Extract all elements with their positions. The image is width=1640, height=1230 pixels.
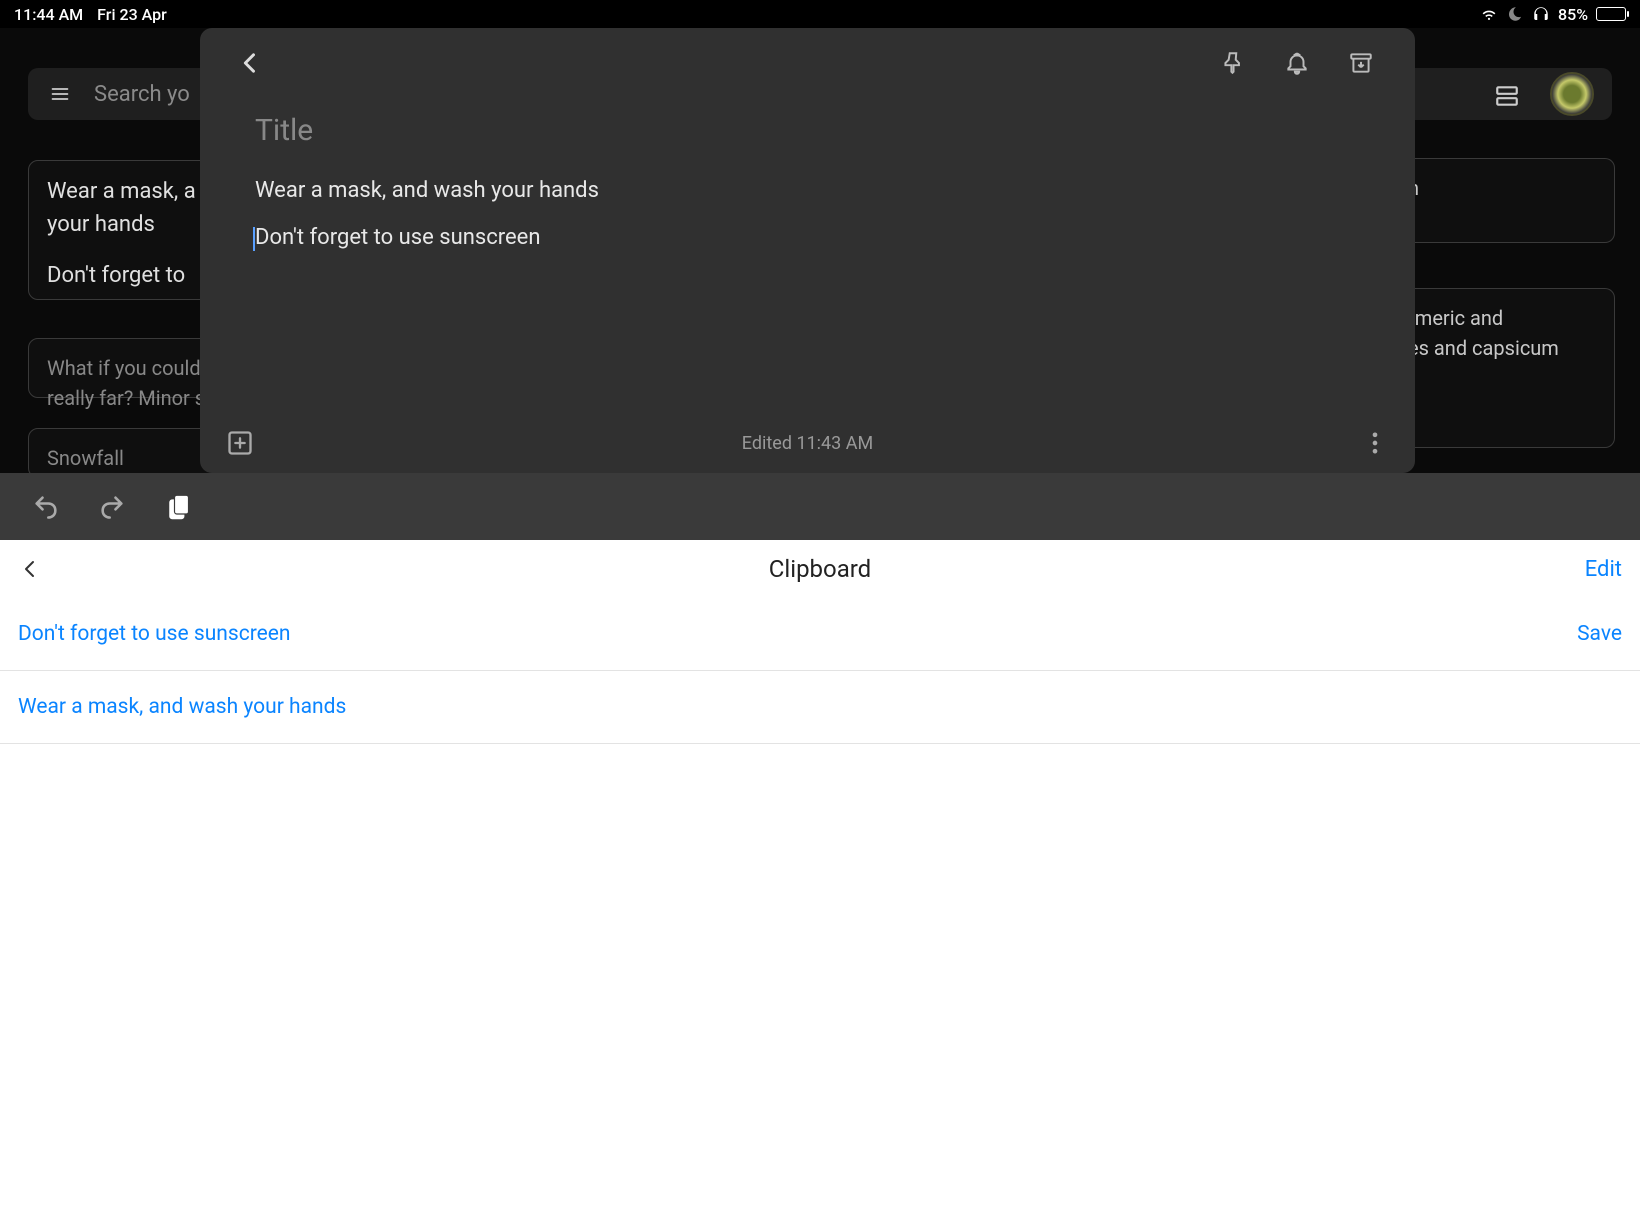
- card-text: n: [1408, 173, 1596, 203]
- note-title-input[interactable]: Title: [255, 113, 1360, 148]
- headphones-icon: [1532, 5, 1550, 23]
- search-placeholder: Search yo: [94, 82, 190, 107]
- card-text: Snowfall: [47, 446, 124, 470]
- wifi-icon: [1480, 5, 1498, 23]
- reminder-button[interactable]: [1273, 39, 1321, 87]
- clipboard-button[interactable]: [160, 489, 196, 525]
- hamburger-icon[interactable]: [46, 84, 74, 104]
- back-button[interactable]: [230, 43, 270, 83]
- bg-note-card-4[interactable]: Snowfall: [28, 428, 228, 478]
- clipboard-back-button[interactable]: [18, 557, 42, 581]
- clipboard-title: Clipboard: [769, 555, 871, 583]
- undo-button[interactable]: [28, 489, 64, 525]
- avatar[interactable]: [1550, 72, 1594, 116]
- clipboard-item[interactable]: Don't forget to use sunscreen Save: [0, 598, 1640, 671]
- status-date: Fri 23 Apr: [97, 5, 167, 24]
- status-time: 11:44 AM: [14, 5, 83, 24]
- note-header: [200, 28, 1415, 98]
- battery-icon: [1596, 7, 1626, 21]
- note-text-line[interactable]: Wear a mask, and wash your hands: [255, 178, 1360, 203]
- bg-note-card-2[interactable]: rmeric and es and capsicum: [1390, 288, 1615, 448]
- note-body[interactable]: Title Wear a mask, and wash your hands D…: [200, 98, 1415, 250]
- card-text: es and capsicum: [1408, 333, 1596, 363]
- clipboard-item-text[interactable]: Don't forget to use sunscreen: [18, 622, 1577, 646]
- clipboard-item[interactable]: Wear a mask, and wash your hands: [0, 671, 1640, 744]
- note-editor: Title Wear a mask, and wash your hands D…: [200, 28, 1415, 473]
- clipboard-edit-button[interactable]: Edit: [1585, 557, 1622, 582]
- status-bar: 11:44 AM Fri 23 Apr 85%: [0, 0, 1640, 28]
- note-footer: Edited 11:43 AM: [200, 413, 1415, 473]
- clipboard-item-text[interactable]: Wear a mask, and wash your hands: [18, 695, 1622, 719]
- redo-button[interactable]: [94, 489, 130, 525]
- pin-button[interactable]: [1209, 39, 1257, 87]
- clipboard-save-button[interactable]: Save: [1577, 622, 1622, 646]
- card-text: rmeric and: [1408, 303, 1596, 333]
- add-button[interactable]: [226, 429, 254, 457]
- note-text-line[interactable]: Don't forget to use sunscreen: [255, 225, 1360, 250]
- edited-timestamp: Edited 11:43 AM: [742, 433, 873, 454]
- bg-note-card-5[interactable]: n: [1390, 158, 1615, 243]
- battery-pct: 85%: [1558, 5, 1588, 24]
- more-menu-button[interactable]: [1361, 429, 1389, 457]
- clipboard-panel: Clipboard Edit Don't forget to use sunsc…: [0, 540, 1640, 1230]
- moon-icon: [1506, 5, 1524, 23]
- editor-toolbar: [0, 473, 1640, 540]
- view-toggle-button[interactable]: [1487, 76, 1527, 116]
- archive-button[interactable]: [1337, 39, 1385, 87]
- clipboard-header: Clipboard Edit: [0, 540, 1640, 598]
